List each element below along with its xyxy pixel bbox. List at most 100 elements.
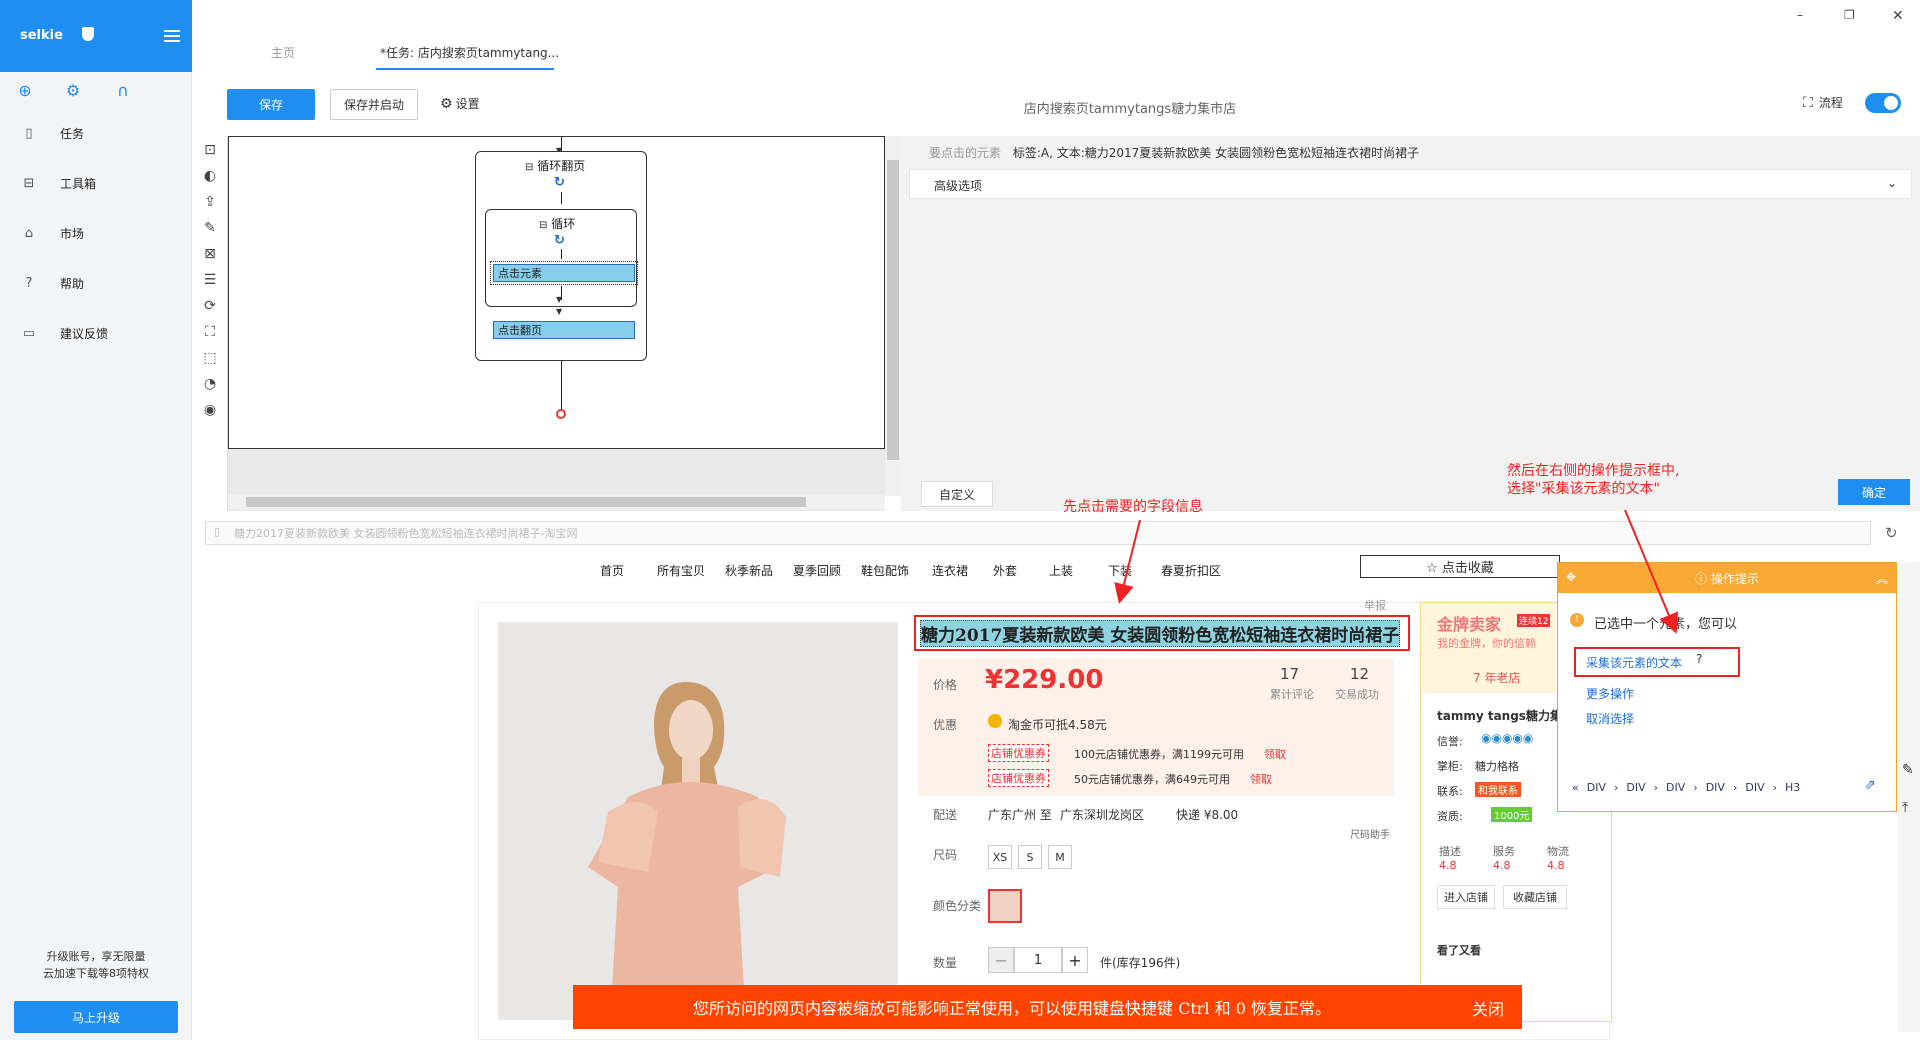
shop-name[interactable]: tammy tangs糖力集: [1437, 707, 1562, 724]
custom-button[interactable]: 自定义: [921, 481, 993, 507]
size-option[interactable]: S: [1018, 845, 1042, 869]
target-element-info: 要点击的元素 标签:A, 文本:糖力2017夏装新款欧美 女装圆领粉色宽松短袖连…: [901, 136, 1920, 168]
toolbox-icon: ⊟: [23, 175, 35, 191]
coupon-tag: 店铺优惠券: [988, 769, 1049, 787]
keeper-name[interactable]: 糖力格格: [1475, 758, 1519, 774]
breadcrumb-item[interactable]: DIV: [1706, 781, 1725, 794]
sidebar-item-market[interactable]: ⌂ 市场: [0, 208, 192, 258]
branch-icon[interactable]: ⛶: [200, 322, 220, 342]
sidebar-item-toolbox[interactable]: ⊟ 工具箱: [0, 158, 192, 208]
close-icon[interactable]: ✕: [1892, 8, 1904, 24]
breadcrumb-item[interactable]: DIV: [1745, 781, 1764, 794]
shop-nav-link[interactable]: 首页: [600, 562, 624, 579]
gear-icon[interactable]: ⚙: [64, 82, 82, 100]
breadcrumb-item[interactable]: DIV: [1626, 781, 1645, 794]
refresh-icon[interactable]: ↻: [1885, 524, 1898, 542]
open-page-icon[interactable]: ⊡: [200, 140, 220, 160]
upgrade-line-2: 云加速下载等8项特权: [43, 967, 149, 980]
recognize-captcha-icon[interactable]: ⊠: [200, 244, 220, 264]
settings-button[interactable]: ⚙ 设置: [440, 95, 480, 112]
color-option-thumbnail[interactable]: [988, 889, 1022, 923]
size-option[interactable]: M: [1048, 845, 1072, 869]
sidebar-item-help[interactable]: ? 帮助: [0, 258, 192, 308]
price-label: 价格: [933, 678, 958, 692]
upgrade-line-1: 升级账号，享无限量: [46, 950, 146, 963]
size-helper-link[interactable]: 尺码助手: [1350, 826, 1390, 841]
external-link-icon[interactable]: ⇗: [1864, 777, 1876, 793]
contact-seller-button[interactable]: 和我联系: [1475, 782, 1521, 797]
canvas-vertical-scrollbar[interactable]: [885, 136, 901, 496]
tab-task[interactable]: *任务: 店内搜索页tammytang...: [380, 44, 559, 61]
headset-icon[interactable]: ∩: [114, 82, 132, 100]
stop-icon[interactable]: ◉: [200, 400, 220, 420]
back-icon[interactable]: «: [1572, 781, 1579, 794]
hamburger-menu-icon[interactable]: [164, 30, 180, 42]
size-option[interactable]: XS: [988, 845, 1012, 869]
restore-icon[interactable]: ❐: [1844, 8, 1855, 22]
switch-dropdown-icon[interactable]: ☰: [200, 270, 220, 290]
save-and-run-button[interactable]: 保存并启动: [330, 89, 418, 120]
claim-link[interactable]: 领取: [1264, 746, 1286, 762]
quantity-label: 数量: [933, 956, 958, 970]
workflow-canvas[interactable]: ▼ ⊟ 循环翻页 ↻ ⊟ 循环 ↻ 点击元素 ▼ ▼ 点击翻页: [228, 136, 885, 449]
coin-icon: [988, 714, 1002, 728]
desc-score-label: 描述: [1439, 845, 1461, 858]
more-actions-option[interactable]: 更多操作: [1586, 685, 1634, 702]
end-node-icon: [556, 409, 566, 419]
breadcrumb-item[interactable]: H3: [1785, 781, 1800, 794]
size-label: 尺码: [933, 848, 958, 862]
upgrade-promo: 升级账号，享无限量 云加速下载等8项特权: [0, 948, 192, 982]
breadcrumb-item[interactable]: DIV: [1666, 781, 1685, 794]
loop-label: ⊟ 循环: [539, 215, 575, 232]
back-to-top-icon[interactable]: ⤒: [1902, 800, 1908, 816]
input-text-icon[interactable]: ✎: [200, 218, 220, 238]
annotation-step-2-line-2: 选择"采集该元素的文本": [1507, 481, 1660, 497]
upgrade-button[interactable]: 马上升级: [14, 1001, 178, 1033]
loop-icon[interactable]: ⟳: [200, 296, 220, 316]
collapse-icon[interactable]: ︽: [1876, 570, 1888, 587]
save-button[interactable]: 保存: [227, 89, 315, 120]
quantity-increase-button[interactable]: +: [1062, 947, 1088, 973]
mouse-hover-icon[interactable]: ⬚: [200, 348, 220, 368]
zoom-banner-close-button[interactable]: 关闭: [1472, 996, 1504, 1020]
loop-icon: ↻: [554, 175, 565, 190]
service-score: 4.8: [1493, 859, 1511, 872]
product-image[interactable]: [498, 622, 898, 1020]
edit-icon[interactable]: ✎: [1902, 762, 1914, 778]
shop-nav-link[interactable]: 夏季回顾: [793, 562, 841, 579]
click-element-node[interactable]: 点击元素: [490, 261, 638, 285]
cancel-selection-option[interactable]: 取消选择: [1586, 710, 1634, 727]
enter-shop-button[interactable]: 进入店铺: [1437, 885, 1495, 909]
loop-icon: ↻: [554, 233, 565, 248]
flow-toggle[interactable]: [1865, 93, 1901, 113]
target-element-value: 标签:A, 文本:糖力2017夏装新款欧美 女装圆领粉色宽松短袖连衣裙时尚裙子: [1012, 146, 1420, 160]
sidebar-item-feedback[interactable]: ▭ 建议反馈: [0, 308, 192, 358]
collapse-icon[interactable]: ⊟: [539, 220, 547, 231]
advanced-options-dropdown[interactable]: 高级选项 ⌄: [909, 169, 1912, 199]
canvas-horizontal-scrollbar[interactable]: [228, 494, 885, 510]
favorite-shop-button[interactable]: 收藏店铺: [1503, 885, 1567, 909]
tab-home[interactable]: 主页: [271, 44, 295, 61]
ship-to-dropdown[interactable]: 广东深圳龙岗区: [1060, 806, 1144, 823]
app-name: selkie: [20, 28, 63, 43]
shop-nav-link[interactable]: 所有宝贝: [657, 562, 705, 579]
shop-nav-link[interactable]: 连衣裙: [932, 562, 968, 579]
collapse-icon[interactable]: ⊟: [525, 162, 533, 173]
shop-nav-link[interactable]: 秋季新品: [725, 562, 773, 579]
ship-fee[interactable]: 快递 ¥8.00: [1176, 806, 1238, 823]
shop-nav-link[interactable]: 鞋包配饰: [861, 562, 909, 579]
sidebar-item-task[interactable]: ▯ 任务: [0, 108, 192, 158]
quantity-input[interactable]: 1: [1014, 947, 1062, 973]
breadcrumb-item[interactable]: DIV: [1587, 781, 1606, 794]
workflow-canvas-area: ▼ ⊟ 循环翻页 ↻ ⊟ 循环 ↻ 点击元素 ▼ ▼ 点击翻页: [228, 136, 885, 511]
right-tool-rail: ✎ ⤒: [1898, 562, 1920, 1032]
claim-link[interactable]: 领取: [1250, 771, 1272, 787]
add-circle-icon[interactable]: ⊕: [16, 82, 34, 100]
extract-data-icon[interactable]: ⇪: [200, 192, 220, 212]
minimize-icon[interactable]: –: [1797, 8, 1803, 22]
confirm-button[interactable]: 确定: [1838, 479, 1910, 505]
quantity-decrease-button[interactable]: −: [988, 947, 1014, 973]
wait-icon[interactable]: ◔: [200, 374, 220, 394]
click-page-node[interactable]: 点击翻页: [493, 321, 635, 339]
click-element-icon[interactable]: ◐: [200, 166, 220, 186]
